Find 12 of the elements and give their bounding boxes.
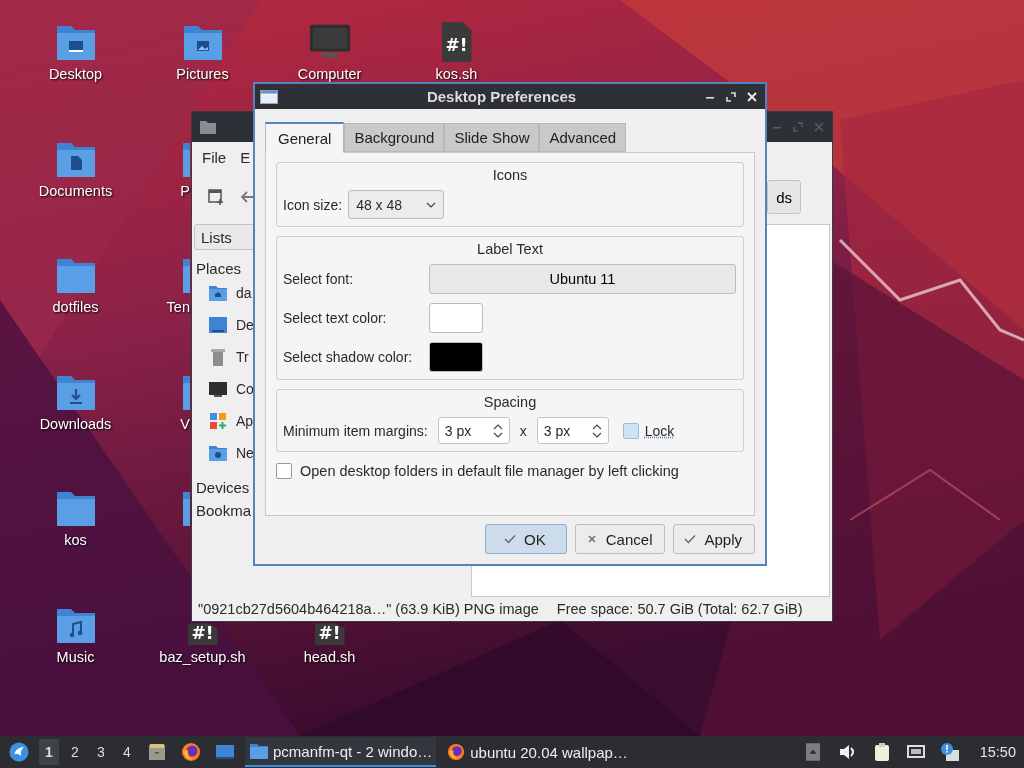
field-label: Icon size: (283, 196, 343, 213)
group-title: Spacing (482, 394, 538, 410)
status-text: "0921cb27d5604b464218a…" (63.9 KiB) PNG image (198, 601, 539, 617)
field-label: Select font: (283, 271, 355, 287)
status-text: Free space: 50.7 GiB (Total: 62.7 GiB) (556, 601, 803, 617)
field-label: Select shadow color: (283, 349, 414, 365)
field-label: Select text color: (283, 310, 388, 326)
window-title: Desktop Preferences (425, 88, 578, 105)
separator-text: x (519, 422, 527, 439)
group-title: Icons (491, 167, 529, 183)
group-title: Label Text (476, 241, 544, 257)
field-label: Minimum item margins: (283, 422, 428, 439)
